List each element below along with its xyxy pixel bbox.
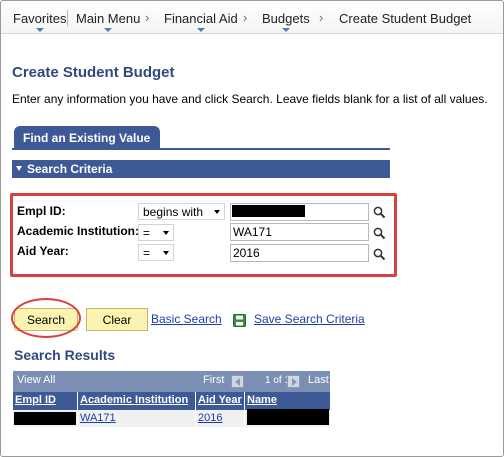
tab-underline	[12, 148, 390, 150]
redaction-bar	[247, 409, 329, 425]
search-instructions: Enter any information you have and click…	[12, 92, 488, 106]
arrow-right-icon	[292, 378, 297, 386]
save-icon[interactable]	[233, 314, 246, 327]
nav-main-menu[interactable]: Main Menu	[76, 11, 141, 32]
chevron-right-icon: ›	[145, 10, 150, 25]
nav-financial-aid-label: Financial Aid	[164, 11, 238, 26]
chevron-down-icon	[196, 28, 205, 32]
nav-current-page: Create Student Budget	[339, 11, 472, 26]
collapse-triangle-icon	[16, 166, 22, 171]
nav-budgets-label: Budgets	[262, 11, 310, 26]
clear-button[interactable]: Clear	[86, 308, 148, 331]
column-header-aid-year[interactable]: Aid Year	[196, 392, 244, 410]
annotation-highlight-circle	[11, 298, 81, 338]
search-criteria-header[interactable]: Search Criteria	[12, 160, 390, 178]
first-label: First	[203, 374, 225, 386]
basic-search-link[interactable]: Basic Search	[151, 312, 222, 326]
previous-page-button[interactable]	[231, 375, 244, 388]
tab-find-existing-value[interactable]: Find an Existing Value	[14, 126, 160, 149]
column-header-empl-id[interactable]: Empl ID	[13, 392, 77, 410]
column-header-name[interactable]: Name	[245, 392, 330, 410]
results-grid-header: View All First 1 of 1 Last	[13, 371, 330, 392]
annotation-highlight-box	[10, 193, 397, 277]
nav-main-menu-label: Main Menu	[76, 11, 141, 26]
search-results-title: Search Results	[14, 347, 116, 363]
app-window: Favorites Main Menu › Financial Aid › Bu…	[0, 0, 504, 457]
institution-link[interactable]: WA171	[80, 412, 116, 424]
column-header-academic-institution[interactable]: Academic Institution	[78, 392, 195, 410]
nav-financial-aid[interactable]: Financial Aid	[164, 11, 238, 32]
chevron-down-icon	[281, 28, 290, 32]
nav-divider	[67, 10, 68, 26]
chevron-down-icon	[35, 28, 44, 32]
save-search-criteria-link[interactable]: Save Search Criteria	[254, 312, 365, 326]
table-row-academic-institution: WA171	[78, 410, 195, 427]
nav-budgets[interactable]: Budgets	[262, 11, 310, 32]
chevron-right-icon: ›	[243, 10, 248, 25]
nav-favorites-label: Favorites	[13, 11, 67, 26]
breadcrumb-nav: Favorites Main Menu › Financial Aid › Bu…	[1, 1, 503, 34]
redaction-bar	[14, 412, 76, 425]
nav-favorites[interactable]: Favorites	[13, 11, 67, 32]
last-label: Last	[308, 374, 329, 386]
next-page-button[interactable]	[287, 375, 300, 388]
view-all-link[interactable]: View All	[17, 374, 55, 386]
chevron-right-icon: ›	[319, 10, 324, 25]
page-title: Create Student Budget	[12, 64, 175, 81]
search-criteria-title: Search Criteria	[27, 162, 113, 176]
table-row-aid-year: 2016	[196, 410, 244, 427]
aid-year-link[interactable]: 2016	[198, 412, 222, 424]
arrow-left-icon	[235, 378, 240, 386]
chevron-down-icon	[104, 28, 113, 32]
